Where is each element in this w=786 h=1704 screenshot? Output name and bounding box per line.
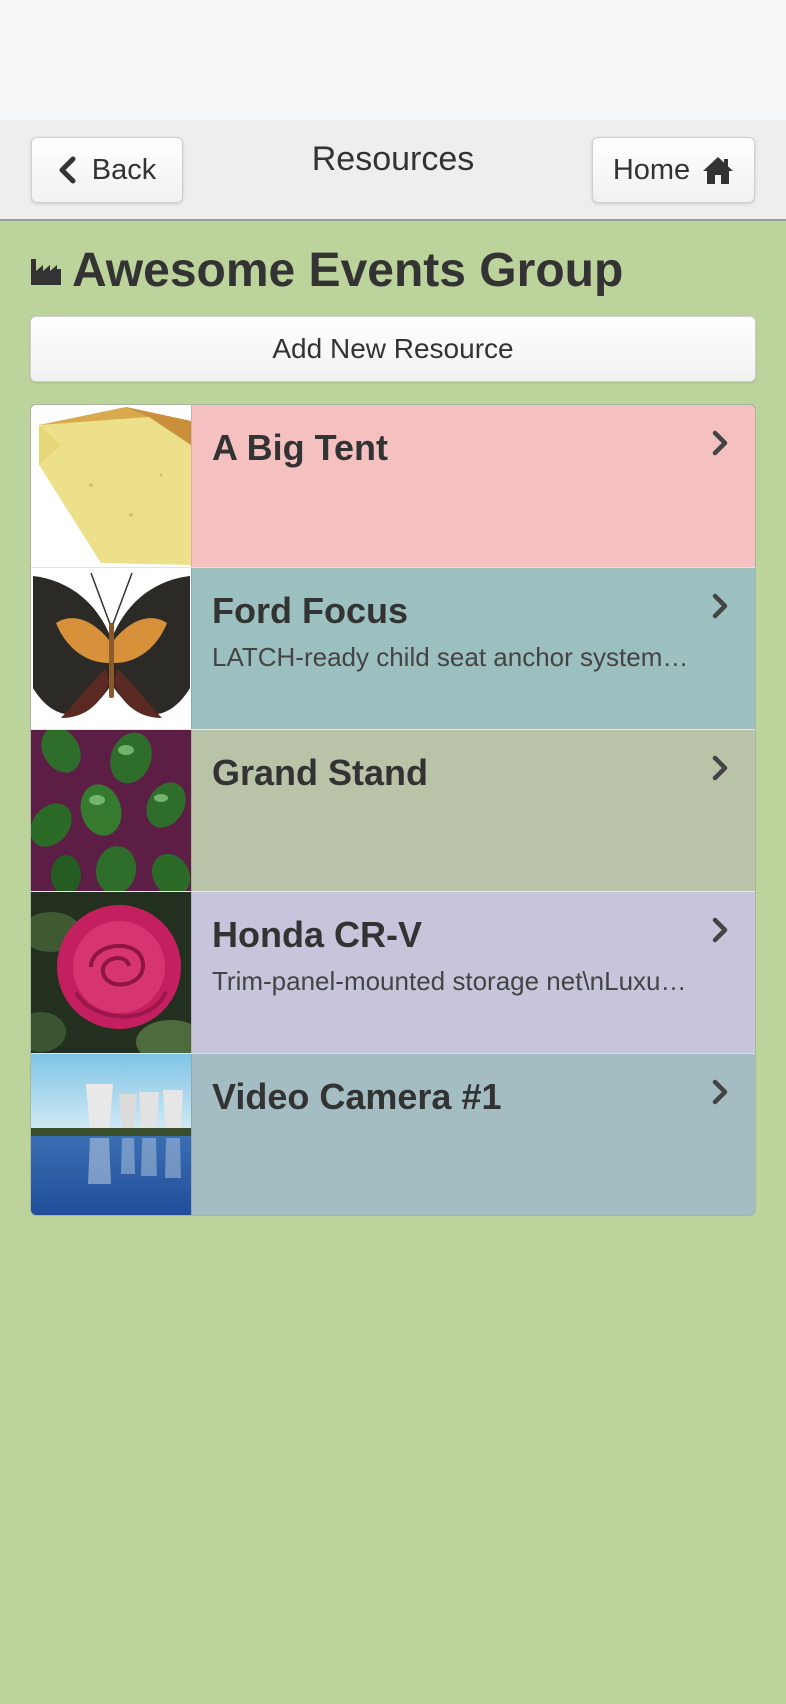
status-bar-area bbox=[0, 0, 786, 120]
resource-thumbnail-pills bbox=[31, 730, 192, 891]
resource-item[interactable]: Grand Stand bbox=[31, 729, 755, 891]
home-icon bbox=[703, 157, 734, 184]
page-title: Resources bbox=[311, 140, 475, 178]
resource-item[interactable]: Video Camera #1 bbox=[31, 1053, 755, 1215]
resource-thumbnail-cooling-towers bbox=[31, 1054, 192, 1215]
add-new-resource-button[interactable]: Add New Resource bbox=[30, 316, 756, 382]
resource-thumbnail-rose bbox=[31, 892, 192, 1053]
resource-list: A Big Tent Ford Focus LATCH-ready child … bbox=[30, 404, 756, 1216]
resource-description: Trim-panel-mounted storage net\nLuxu… bbox=[212, 966, 687, 996]
chevron-right-icon bbox=[712, 917, 728, 943]
resource-name: Grand Stand bbox=[212, 752, 429, 793]
chevron-right-icon bbox=[712, 1079, 728, 1105]
resource-name: A Big Tent bbox=[212, 427, 388, 468]
chevron-right-icon bbox=[712, 755, 728, 781]
resource-item[interactable]: Ford Focus LATCH-ready child seat anchor… bbox=[31, 567, 755, 729]
back-label: Back bbox=[91, 153, 157, 186]
resource-name: Ford Focus bbox=[212, 590, 408, 631]
resource-item[interactable]: Honda CR-V Trim-panel-mounted storage ne… bbox=[31, 891, 755, 1053]
header-bar: Back Resources Home bbox=[0, 120, 786, 221]
industry-icon bbox=[31, 259, 61, 285]
resource-item[interactable]: A Big Tent bbox=[31, 405, 755, 567]
resource-thumbnail-butterfly bbox=[31, 568, 192, 729]
chevron-right-icon bbox=[712, 593, 728, 619]
resource-description: LATCH-ready child seat anchor system… bbox=[212, 642, 689, 672]
chevron-right-icon bbox=[712, 430, 728, 456]
home-button[interactable]: Home bbox=[592, 137, 755, 203]
chevron-left-icon bbox=[59, 156, 76, 184]
group-heading: Awesome Events Group bbox=[30, 240, 623, 300]
home-label: Home bbox=[612, 153, 691, 186]
resource-name: Video Camera #1 bbox=[212, 1076, 502, 1117]
back-button[interactable]: Back bbox=[31, 137, 183, 203]
resource-name: Honda CR-V bbox=[212, 914, 422, 955]
resource-thumbnail-cheese bbox=[31, 405, 192, 567]
group-name: Awesome Events Group bbox=[72, 243, 624, 297]
